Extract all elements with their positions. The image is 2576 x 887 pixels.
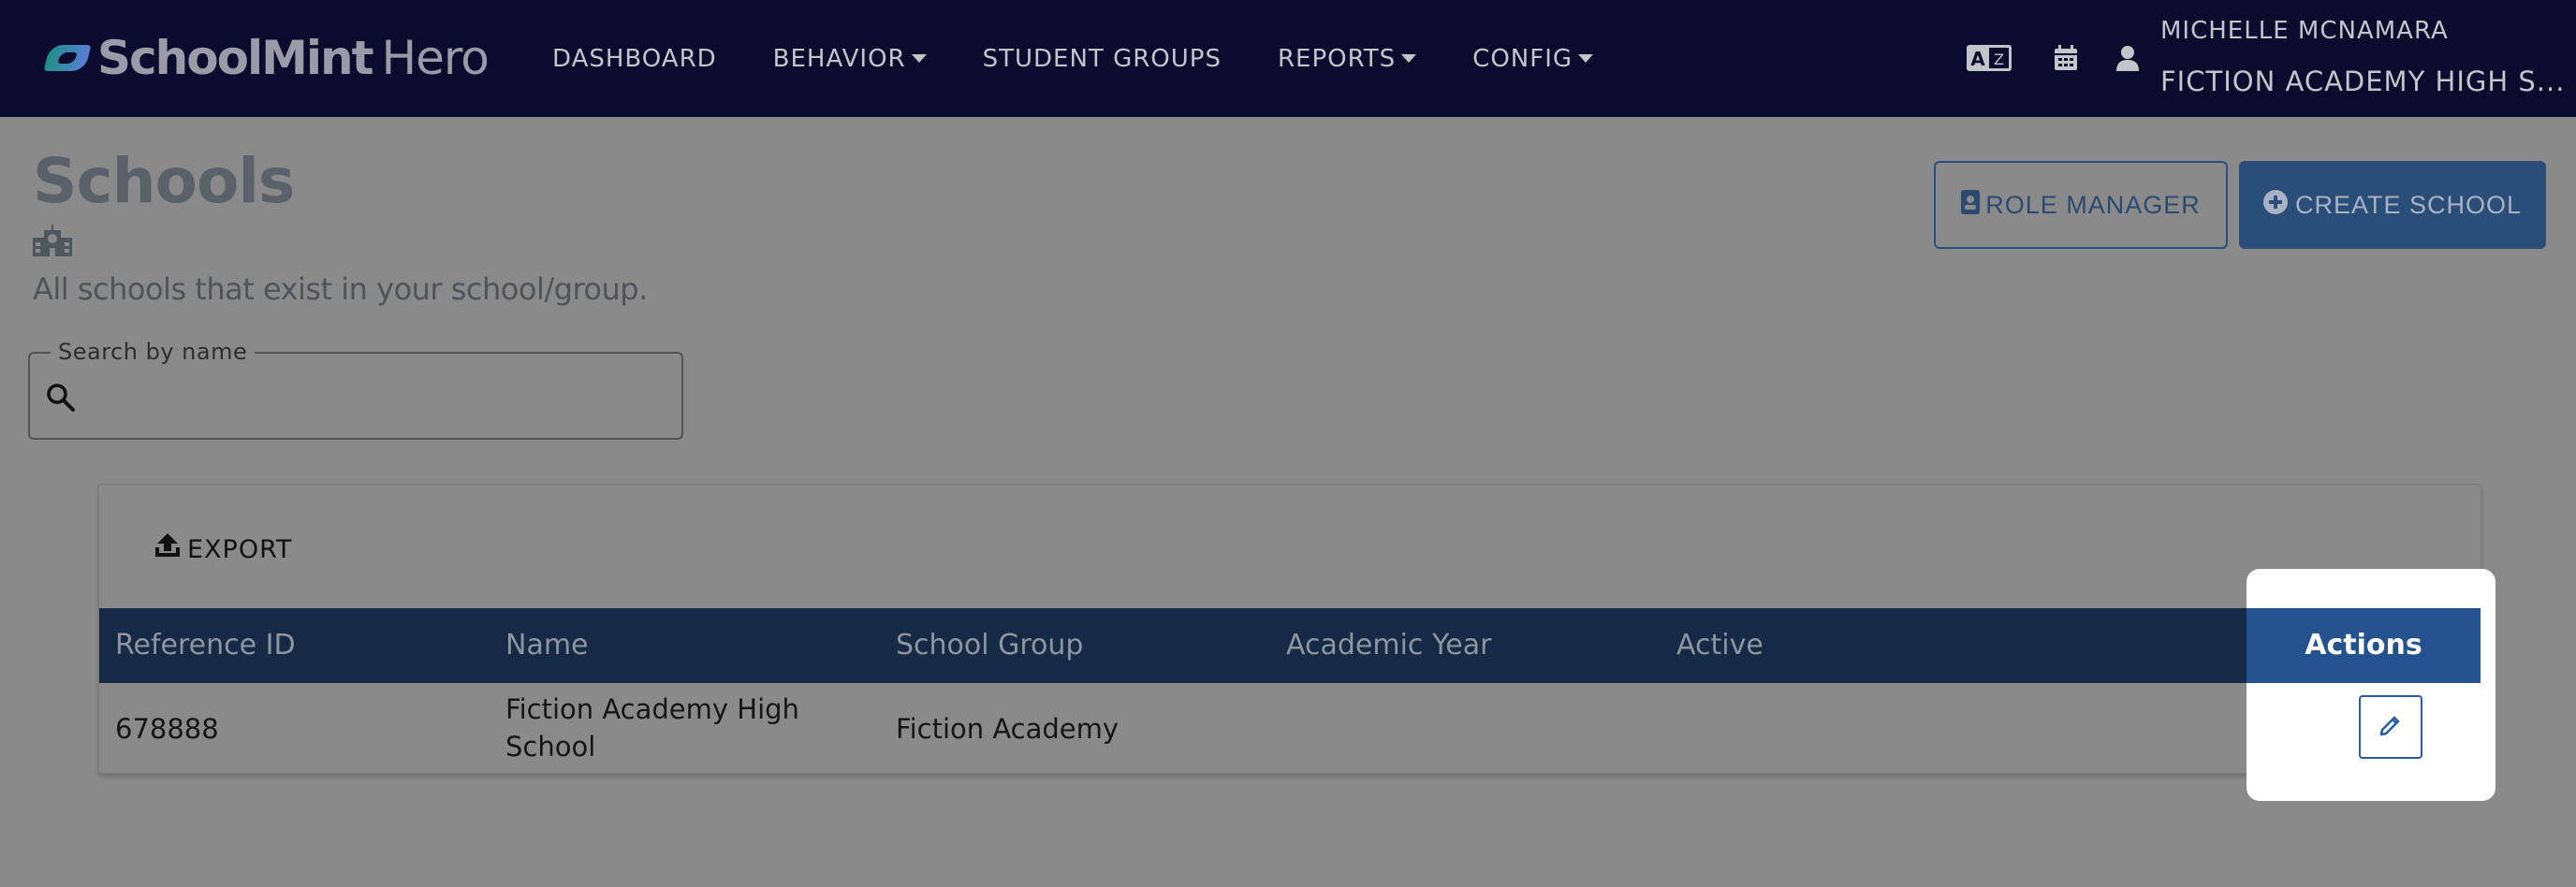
user-name[interactable]: MICHELLE MCNAMARA <box>2160 17 2449 45</box>
table-row: 678888 Fiction Academy High School Ficti… <box>99 683 2482 775</box>
role-manager-button[interactable]: ROLE MANAGER <box>1934 161 2228 249</box>
schools-table-card: EXPORT Reference ID Name School Group Ac… <box>98 484 2482 775</box>
page-subtitle: All schools that exist in your school/gr… <box>33 271 648 307</box>
user-icon[interactable] <box>2114 41 2142 75</box>
logo-suffix-text: Hero <box>381 31 489 85</box>
column-header-school-group[interactable]: School Group <box>896 608 1083 683</box>
export-button[interactable]: EXPORT <box>155 533 292 566</box>
caret-down-icon <box>1401 54 1417 63</box>
school-icon <box>33 225 72 260</box>
column-header-reference-id[interactable]: Reference ID <box>115 608 296 683</box>
cell-reference-id: 678888 <box>115 713 219 745</box>
search-field-label: Search by name <box>51 339 256 365</box>
create-school-button[interactable]: CREATE SCHOOL <box>2239 161 2546 249</box>
nav-item-label: DASHBOARD <box>552 44 717 73</box>
caret-down-icon <box>911 54 927 63</box>
create-school-label: CREATE SCHOOL <box>2294 190 2523 219</box>
top-navbar: SchoolMint Hero DASHBOARD BEHAVIOR STUDE… <box>0 0 2576 117</box>
main-nav: DASHBOARD BEHAVIOR STUDENT GROUPS REPORT… <box>552 0 1649 117</box>
schoolmint-hero-logo[interactable]: SchoolMint Hero <box>43 28 490 88</box>
search-input[interactable] <box>92 371 657 425</box>
column-header-name[interactable]: Name <box>505 608 589 683</box>
nav-item-config[interactable]: CONFIG <box>1472 44 1594 73</box>
search-field[interactable]: Search by name <box>28 339 683 440</box>
nav-item-behavior[interactable]: BEHAVIOR <box>773 45 927 73</box>
nav-item-label: BEHAVIOR <box>772 44 906 73</box>
column-header-actions: Actions <box>2247 608 2481 683</box>
table-header: Reference ID Name School Group Academic … <box>99 608 2482 683</box>
plus-circle-icon <box>2262 189 2288 221</box>
nav-item-dashboard[interactable]: DASHBOARD <box>552 45 717 73</box>
current-school-selector[interactable]: FICTION ACADEMY HIGH S... <box>2160 65 2572 97</box>
search-icon <box>45 382 75 415</box>
logo-brand-text: SchoolMint <box>97 31 373 85</box>
nav-item-reports[interactable]: REPORTS <box>1277 44 1417 73</box>
calendar-icon[interactable] <box>2053 41 2079 75</box>
cell-school-group: Fiction Academy <box>896 713 1120 745</box>
schoolmint-logo-icon <box>43 45 92 71</box>
svg-text:Z: Z <box>1994 51 2004 68</box>
column-header-academic-year[interactable]: Academic Year <box>1286 608 1491 683</box>
nav-item-label: STUDENT GROUPS <box>982 44 1222 73</box>
caret-down-icon <box>1578 54 1594 63</box>
export-label: EXPORT <box>187 535 293 564</box>
nav-item-student-groups[interactable]: STUDENT GROUPS <box>983 45 1222 73</box>
column-header-active[interactable]: Active <box>1676 608 1764 683</box>
id-badge-icon <box>1961 189 1981 221</box>
page-title: Schools <box>33 145 295 217</box>
actions-column-highlight: Actions <box>2247 569 2496 801</box>
role-manager-label: ROLE MANAGER <box>1985 190 2201 219</box>
svg-text:A: A <box>1970 48 1985 70</box>
cell-name: Fiction Academy High School <box>505 693 799 763</box>
nav-item-label: CONFIG <box>1472 44 1573 73</box>
upload-icon <box>155 533 180 566</box>
translate-icon[interactable]: A Z <box>1966 41 2012 75</box>
nav-item-label: REPORTS <box>1277 44 1397 73</box>
edit-school-button[interactable] <box>2359 695 2422 759</box>
pencil-icon <box>2378 713 2403 741</box>
